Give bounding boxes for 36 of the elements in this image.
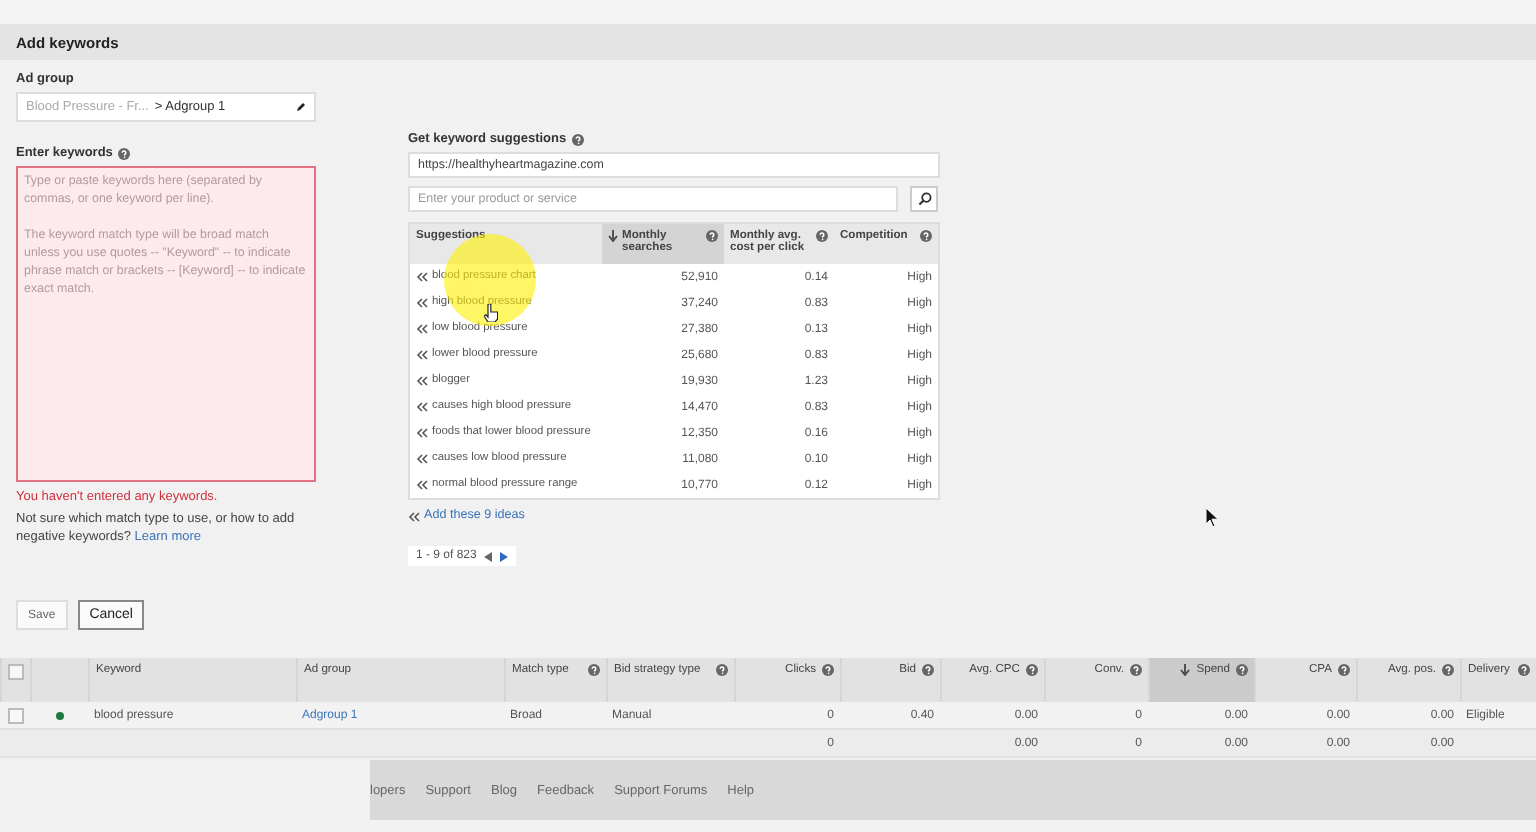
help-icon[interactable] bbox=[920, 230, 932, 242]
double-chevron-icon[interactable] bbox=[416, 271, 428, 282]
double-chevron-icon[interactable] bbox=[416, 375, 428, 386]
down-arrow-icon bbox=[608, 230, 618, 242]
help-icon[interactable] bbox=[1442, 664, 1454, 676]
double-chevron-icon[interactable] bbox=[416, 453, 428, 464]
checkbox[interactable] bbox=[8, 664, 24, 680]
help-icon[interactable] bbox=[822, 664, 834, 676]
double-chevron-icon[interactable] bbox=[408, 511, 420, 521]
help-icon[interactable] bbox=[572, 133, 585, 145]
double-chevron-icon[interactable] bbox=[416, 479, 428, 490]
help-icon[interactable] bbox=[706, 230, 718, 242]
pointer-cursor-icon bbox=[1206, 508, 1220, 528]
help-icon[interactable] bbox=[716, 664, 728, 676]
double-chevron-icon[interactable] bbox=[416, 427, 428, 438]
help-icon[interactable] bbox=[922, 664, 934, 676]
pencil-icon[interactable] bbox=[296, 102, 306, 112]
double-chevron-icon[interactable] bbox=[416, 323, 428, 334]
help-icon[interactable] bbox=[588, 664, 600, 676]
hand-cursor-icon bbox=[484, 304, 498, 322]
double-chevron-icon[interactable] bbox=[416, 401, 428, 412]
down-arrow-icon bbox=[1180, 664, 1191, 676]
help-icon[interactable] bbox=[1338, 664, 1350, 676]
double-chevron-icon[interactable] bbox=[416, 349, 428, 360]
next-page-icon[interactable] bbox=[500, 551, 509, 561]
help-icon[interactable] bbox=[1236, 664, 1248, 676]
help-icon[interactable] bbox=[1518, 664, 1530, 676]
help-icon[interactable] bbox=[1026, 664, 1038, 676]
help-icon[interactable] bbox=[118, 147, 131, 159]
help-icon[interactable] bbox=[1130, 664, 1142, 676]
search-icon bbox=[917, 192, 931, 206]
help-icon[interactable] bbox=[816, 230, 828, 242]
checkbox[interactable] bbox=[7, 707, 23, 723]
double-chevron-icon[interactable] bbox=[416, 297, 428, 308]
previous-page-icon[interactable] bbox=[484, 551, 493, 561]
search-button[interactable] bbox=[910, 186, 938, 212]
